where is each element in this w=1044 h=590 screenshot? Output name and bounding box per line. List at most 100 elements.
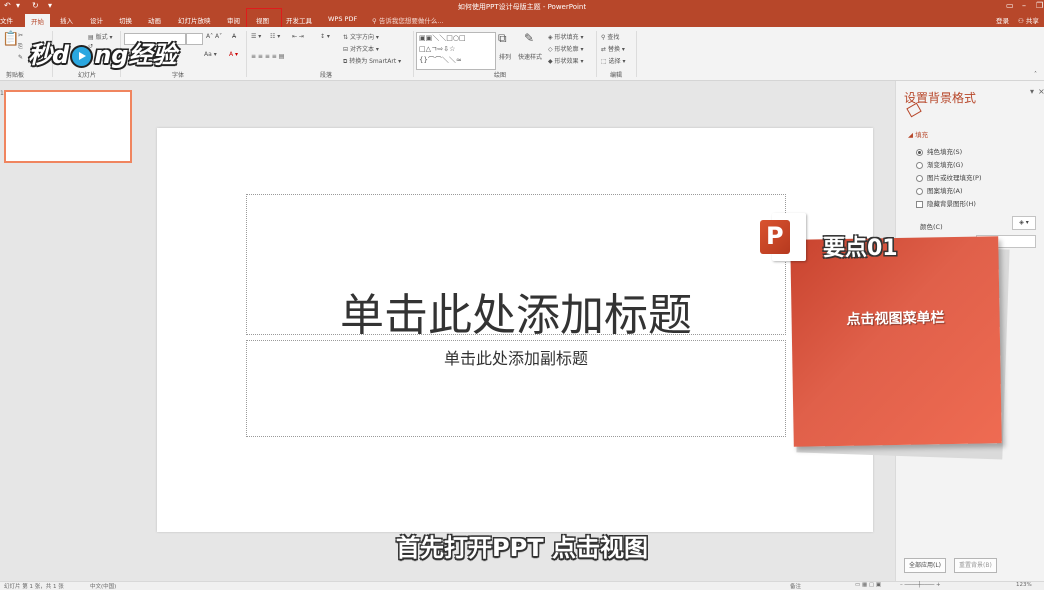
- clear-format-icon[interactable]: A̶: [232, 33, 236, 40]
- radio-pattern-fill[interactable]: 图案填充(A): [916, 185, 963, 195]
- shapes-gallery[interactable]: ▣▣＼＼□○□ □△ㄱ⇨⇩☆ {}⌒⌒＼＼≈: [416, 32, 496, 70]
- keypoint-label: 要点01: [823, 236, 898, 261]
- title-placeholder[interactable]: 单击此处添加标题: [246, 194, 786, 341]
- tab-insert[interactable]: 插入: [60, 15, 73, 25]
- paste-icon[interactable]: 📋: [2, 31, 19, 47]
- font-size-input[interactable]: [186, 33, 203, 45]
- zoom-level[interactable]: 123%: [1016, 582, 1032, 588]
- zoom-slider[interactable]: – ────┼──── +: [900, 582, 941, 588]
- collapse-ribbon-icon[interactable]: ˄: [1034, 71, 1037, 78]
- shape-fill-button[interactable]: ◈ 形状填充 ▾: [548, 32, 583, 41]
- radio-solid-fill[interactable]: 纯色填充(S): [916, 146, 962, 156]
- ribbon-display-icon[interactable]: ▭: [1006, 1, 1014, 10]
- align-text-button[interactable]: ⊟ 对齐文本 ▾: [343, 44, 379, 53]
- bullets-icon[interactable]: ☰ ▾: [251, 33, 261, 40]
- radio-gradient-fill[interactable]: 渐变填充(G): [916, 159, 963, 169]
- cut-icon[interactable]: ✂: [18, 32, 23, 39]
- numbering-icon[interactable]: ☷ ▾: [270, 33, 280, 40]
- group-label-clipboard: 剪贴板: [6, 72, 25, 79]
- callout-card: 点击视图菜单栏: [790, 236, 1002, 447]
- powerpoint-logo-icon: P: [760, 213, 808, 267]
- convert-smartart-button[interactable]: ⧉ 转换为 SmartArt ▾: [343, 56, 401, 66]
- tab-animations[interactable]: 动画: [148, 15, 161, 25]
- radio-picture-fill-label: 图片或纹理填充(P): [927, 174, 982, 182]
- grow-font-icon[interactable]: A˄ A˅: [206, 33, 222, 40]
- indent-icon[interactable]: ⇤ ⇥: [292, 33, 304, 40]
- callout-text: 点击视图菜单栏: [846, 310, 945, 328]
- tab-developer[interactable]: 开发工具: [286, 15, 312, 25]
- group-label-font: 字体: [172, 72, 185, 79]
- change-case-icon[interactable]: Aa ▾: [204, 51, 217, 58]
- arrange-icon[interactable]: ⧉: [498, 31, 507, 46]
- group-label-editing: 编辑: [610, 72, 623, 79]
- select-button[interactable]: ⬚ 选择 ▾: [601, 56, 626, 65]
- shapes-row-2[interactable]: □△ㄱ⇨⇩☆: [419, 44, 455, 54]
- video-caption: 首先打开PPT 点击视图: [396, 534, 648, 562]
- fill-section-header[interactable]: ◢ 填充: [908, 129, 928, 139]
- hide-background-graphics[interactable]: 隐藏背景图形(H): [916, 198, 976, 208]
- radio-pattern-fill-label: 图案填充(A): [927, 187, 963, 195]
- tell-me-text: 告诉我您想要做什么...: [378, 17, 444, 25]
- share-button[interactable]: ⚇ 共享: [1018, 15, 1039, 25]
- color-picker-button[interactable]: ◈ ▾: [1012, 216, 1036, 230]
- subtitle-placeholder[interactable]: 单击此处添加副标题: [246, 340, 786, 437]
- quick-styles-label[interactable]: 快速样式: [518, 52, 542, 61]
- title-placeholder-text: 单击此处添加标题: [340, 290, 692, 341]
- shapes-row-3[interactable]: {}⌒⌒＼＼≈: [419, 55, 462, 65]
- shape-effects-button[interactable]: ◆ 形状效果 ▾: [548, 56, 583, 65]
- tab-review[interactable]: 审阅: [227, 15, 240, 25]
- radio-solid-fill-label: 纯色填充(S): [927, 148, 963, 156]
- group-label-paragraph: 段落: [320, 72, 333, 79]
- radio-dot[interactable]: [916, 187, 923, 195]
- ribbon-tabs: 文件 开始 插入 设计 切换 动画 幻灯片放映 审阅 视图 开发工具 WPS P…: [0, 12, 1044, 27]
- pane-close-icon[interactable]: ×: [1038, 87, 1044, 96]
- replace-button[interactable]: ⇄ 替换 ▾: [601, 44, 625, 53]
- find-button[interactable]: ⚲ 查找: [601, 32, 619, 41]
- tab-slideshow[interactable]: 幻灯片放映: [178, 15, 211, 25]
- align-text-label: 对齐文本: [349, 46, 374, 53]
- tab-wps-pdf[interactable]: WPS PDF: [328, 15, 357, 23]
- slide-canvas[interactable]: 单击此处添加标题 单击此处添加副标题: [157, 128, 873, 532]
- pane-options-icon[interactable]: ▾: [1030, 87, 1034, 96]
- convert-smartart-label: 转换为 SmartArt: [349, 58, 397, 65]
- format-painter-icon[interactable]: ✎: [18, 54, 23, 61]
- shape-outline-label: 形状轮廓: [554, 46, 579, 53]
- quick-styles-icon[interactable]: ✎: [524, 31, 534, 45]
- slide-thumbnail-pane: 1: [0, 81, 144, 581]
- watermark-logo: 秒d ng经验: [28, 41, 177, 69]
- font-color-icon[interactable]: A ▾: [229, 51, 238, 58]
- line-spacing-icon[interactable]: ↕ ▾: [320, 33, 330, 40]
- copy-icon[interactable]: ⎘: [18, 43, 23, 51]
- view-buttons[interactable]: ▭ ▦ ▢ ▣: [855, 582, 881, 588]
- radio-gradient-fill-label: 渐变填充(G): [927, 161, 964, 169]
- minimize-icon[interactable]: –: [1022, 1, 1026, 10]
- select-label: 选择: [608, 58, 621, 65]
- login-link[interactable]: 登录: [996, 15, 1009, 25]
- group-label-drawing: 绘图: [494, 72, 507, 79]
- tell-me-search[interactable]: ⚲ 告诉我您想要做什么...: [372, 15, 444, 25]
- tab-transitions[interactable]: 切换: [119, 15, 132, 25]
- text-direction-button[interactable]: ⇅ 文字方向 ▾: [343, 32, 379, 41]
- radio-dot[interactable]: [916, 161, 923, 169]
- shapes-row-1[interactable]: ▣▣＼＼□○□: [419, 33, 466, 43]
- window-title: 如何使用PPT设计母版主题 - PowerPoint: [457, 3, 587, 11]
- restore-icon[interactable]: ❐: [1036, 1, 1043, 10]
- checkbox[interactable]: [916, 200, 923, 208]
- tab-design[interactable]: 设计: [90, 15, 103, 25]
- group-label-slides: 幻灯片: [78, 72, 97, 79]
- view-tab-highlight-box: [246, 8, 282, 28]
- slide-thumbnail-1[interactable]: [4, 90, 132, 163]
- shape-effects-label: 形状效果: [554, 58, 579, 65]
- radio-picture-fill[interactable]: 图片或纹理填充(P): [916, 172, 982, 182]
- radio-dot[interactable]: [916, 148, 923, 156]
- color-label: 颜色(C): [920, 223, 943, 231]
- radio-dot[interactable]: [916, 174, 923, 182]
- subtitle-placeholder-text: 单击此处添加副标题: [443, 349, 588, 368]
- arrange-label[interactable]: 排列: [499, 52, 511, 61]
- tab-file[interactable]: 文件: [0, 15, 13, 25]
- find-label: 查找: [607, 34, 620, 41]
- tab-home[interactable]: 开始: [25, 14, 50, 27]
- shape-outline-button[interactable]: ◇ 形状轮廓 ▾: [548, 44, 583, 53]
- hide-background-graphics-label: 隐藏背景图形(H): [927, 200, 976, 208]
- align-buttons[interactable]: ≡ ≡ ≡ ≡ ▤: [251, 53, 284, 60]
